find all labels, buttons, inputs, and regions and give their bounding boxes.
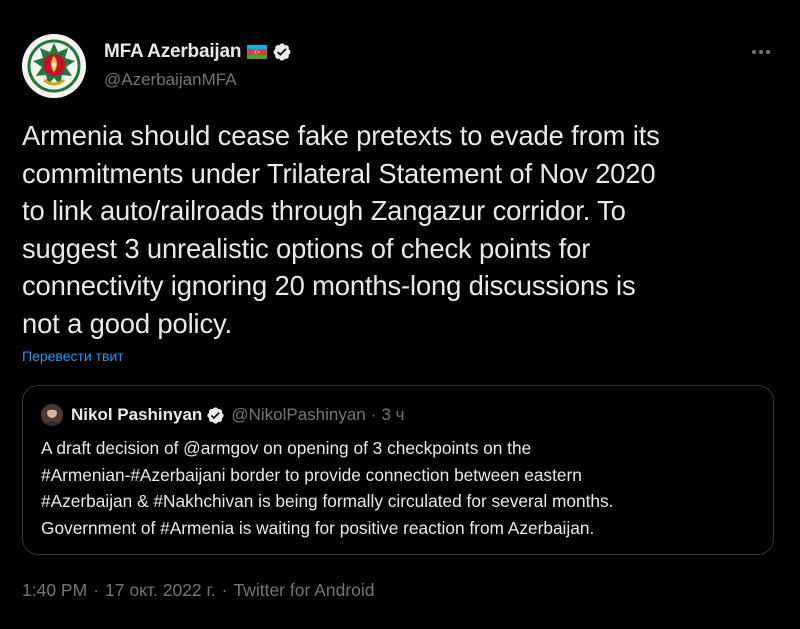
- quoted-author-handle: @NikolPashinyan: [231, 405, 366, 424]
- tweet-text: Armenia should cease fake pretexts to ev…: [22, 120, 660, 339]
- author-avatar[interactable]: [22, 34, 86, 98]
- more-options-icon[interactable]: [744, 38, 778, 66]
- quoted-tweet-header: Nikol Pashinyan @NikolPashinyan · 3 ч: [71, 404, 404, 426]
- azerbaijan-flag-icon: [247, 45, 268, 59]
- azerbaijan-emblem-icon: [22, 34, 86, 98]
- tweet: MFA Azerbaijan @AzerbaijanMFA Armenia sh…: [0, 0, 800, 629]
- tweet-meta: 1:40 PM · 17 окт. 2022 г. · Twitter for …: [22, 580, 375, 601]
- tweet-source[interactable]: Twitter for Android: [233, 580, 374, 601]
- verified-badge-icon: [206, 406, 225, 425]
- verified-badge-icon: [272, 42, 292, 62]
- dot: [766, 50, 770, 54]
- quoted-author-avatar[interactable]: [41, 404, 63, 426]
- tweet-time[interactable]: 1:40 PM: [22, 580, 87, 601]
- author-display-name[interactable]: MFA Azerbaijan: [104, 41, 241, 63]
- quoted-tweet-time: 3 ч: [381, 405, 405, 424]
- separator-dot: ·: [370, 405, 377, 424]
- quoted-tweet-card[interactable]: Nikol Pashinyan @NikolPashinyan · 3 ч A …: [22, 385, 774, 555]
- quoted-author-name: Nikol Pashinyan: [71, 405, 203, 424]
- translate-tweet-link[interactable]: Перевести твит: [22, 348, 124, 364]
- tweet-date[interactable]: 17 окт. 2022 г.: [105, 580, 216, 601]
- author-handle[interactable]: @AzerbaijanMFA: [104, 70, 237, 90]
- author-name-row: MFA Azerbaijan: [104, 40, 292, 64]
- dot: [752, 50, 756, 54]
- separator-dot: ·: [221, 580, 228, 600]
- quoted-tweet-text: A draft decision of @armgov on opening o…: [41, 438, 614, 538]
- separator-dot: ·: [93, 580, 100, 600]
- dot: [759, 50, 763, 54]
